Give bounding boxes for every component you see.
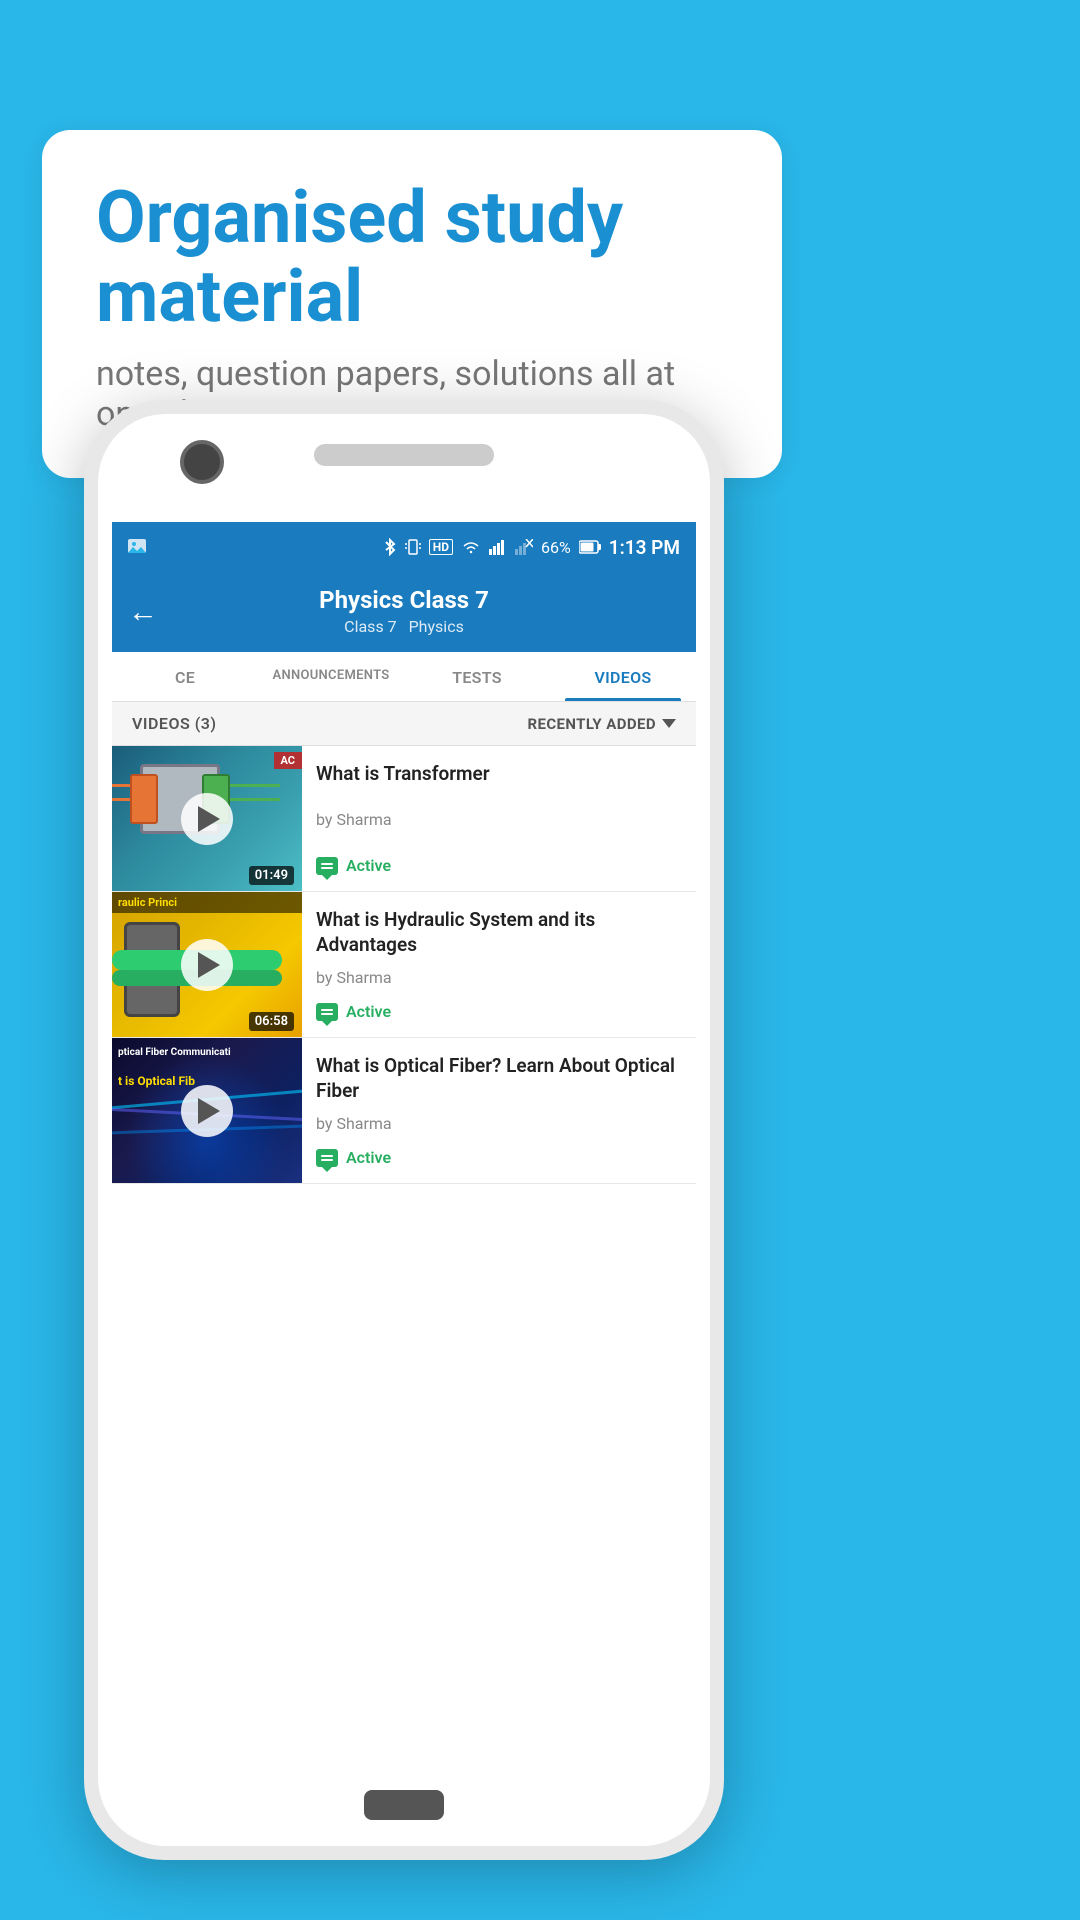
tab-ce[interactable]: CE: [112, 652, 258, 701]
video-status-3: Active: [316, 1148, 682, 1167]
video-title-3: What is Optical Fiber? Learn About Optic…: [316, 1054, 682, 1103]
play-button-2[interactable]: [181, 939, 233, 991]
fiber-label-2: t is Optical Fib: [118, 1074, 195, 1088]
no-signal-icon: [515, 539, 533, 555]
video-info-3: What is Optical Fiber? Learn About Optic…: [302, 1038, 696, 1183]
video-info-1: What is Transformer by Sharma Active: [302, 746, 696, 891]
videos-header: VIDEOS (3) RECENTLY ADDED: [112, 702, 696, 746]
vibrate-icon: [405, 538, 421, 556]
sort-label: RECENTLY ADDED: [527, 715, 656, 733]
wire-l1: [112, 784, 130, 787]
video-info-2: What is Hydraulic System and its Advanta…: [302, 892, 696, 1037]
chat-line: [321, 1159, 333, 1161]
video-author-2: by Sharma: [316, 968, 682, 987]
status-active-1: Active: [346, 856, 391, 875]
sort-dropdown[interactable]: RECENTLY ADDED: [527, 715, 676, 733]
status-time: 1:13 PM: [609, 536, 680, 559]
hd-badge: HD: [429, 539, 453, 555]
play-button-1[interactable]: [181, 793, 233, 845]
battery-percent: 66%: [541, 538, 571, 557]
thumb-badge-1: AC: [274, 752, 303, 769]
chat-line: [321, 1009, 333, 1011]
phone-home-button[interactable]: [364, 1790, 444, 1820]
video-thumb-3: ptical Fiber Communicati t is Optical Fi…: [112, 1038, 302, 1183]
chat-line: [321, 1155, 333, 1157]
tab-tests[interactable]: TESTS: [404, 652, 550, 701]
chat-lines-2: [321, 1009, 333, 1015]
play-triangle-icon: [198, 1098, 220, 1124]
video-title-2: What is Hydraulic System and its Advanta…: [316, 908, 682, 957]
page-background: Organised study material notes, question…: [0, 0, 1080, 1920]
breadcrumb-class: Class 7: [344, 617, 396, 636]
videos-count: VIDEOS (3): [132, 714, 217, 733]
phone-screen: HD: [112, 522, 696, 1766]
breadcrumb-sep: [401, 617, 409, 636]
chevron-down-icon: [662, 719, 676, 728]
wire-r1: [230, 784, 280, 787]
bluetooth-icon: [383, 538, 397, 556]
video-item-1[interactable]: AC 01:49 What is Transformer by Sharma: [112, 746, 696, 892]
app-header: ← Physics Class 7 Class 7 Physics: [112, 572, 696, 652]
status-active-2: Active: [346, 1002, 391, 1021]
chat-line: [321, 867, 333, 869]
video-author-3: by Sharma: [316, 1114, 682, 1133]
phone-camera: [180, 440, 224, 484]
play-button-3[interactable]: [181, 1085, 233, 1137]
chat-icon-1: [316, 857, 338, 875]
wire-l2: [112, 798, 130, 801]
fiber-label-1: ptical Fiber Communicati: [118, 1046, 231, 1059]
video-status-2: Active: [316, 1002, 682, 1021]
hydraulic-label: raulic Princi: [112, 892, 302, 913]
chat-line: [321, 863, 333, 865]
tab-announcements[interactable]: ANNOUNCEMENTS: [258, 652, 404, 701]
chat-lines-1: [321, 863, 333, 869]
photo-icon: [128, 539, 146, 555]
chat-icon-2: [316, 1003, 338, 1021]
play-triangle-icon: [198, 806, 220, 832]
status-active-3: Active: [346, 1148, 391, 1167]
video-item-2[interactable]: raulic Princi 06:58: [112, 892, 696, 1038]
transformer-coil-left: [130, 774, 158, 824]
header-title: Physics Class 7: [132, 586, 676, 614]
video-thumb-1: AC 01:49: [112, 746, 302, 891]
tabs-bar: CE ANNOUNCEMENTS TESTS VIDEOS: [112, 652, 696, 702]
chat-icon-3: [316, 1149, 338, 1167]
video-author-1: by Sharma: [316, 810, 682, 829]
wire-r2: [230, 798, 280, 801]
breadcrumb-subject: Physics: [409, 617, 464, 636]
status-left: [128, 539, 146, 555]
phone-frame: HD: [84, 400, 724, 1860]
status-right: HD: [383, 536, 680, 559]
video-thumb-2: raulic Princi 06:58: [112, 892, 302, 1037]
wifi-icon: [461, 539, 481, 555]
video-list: AC 01:49 What is Transformer by Sharma: [112, 746, 696, 1184]
phone-inner: HD: [98, 414, 710, 1846]
video-status-1: Active: [316, 856, 682, 875]
bubble-title: Organised study material: [96, 178, 728, 336]
status-bar: HD: [112, 522, 696, 572]
back-button[interactable]: ←: [128, 595, 158, 630]
header-breadcrumb: Class 7 Physics: [132, 617, 676, 636]
phone-speaker: [314, 444, 494, 466]
video-item-3[interactable]: ptical Fiber Communicati t is Optical Fi…: [112, 1038, 696, 1184]
battery-icon: [579, 540, 601, 554]
chat-line: [321, 1013, 333, 1015]
chat-lines-3: [321, 1155, 333, 1161]
video-title-1: What is Transformer: [316, 762, 682, 787]
video-duration-2: 06:58: [249, 1012, 294, 1031]
play-triangle-icon: [198, 952, 220, 978]
tab-videos[interactable]: VIDEOS: [550, 652, 696, 701]
video-duration-1: 01:49: [249, 866, 294, 885]
signal-icon: [489, 539, 507, 555]
